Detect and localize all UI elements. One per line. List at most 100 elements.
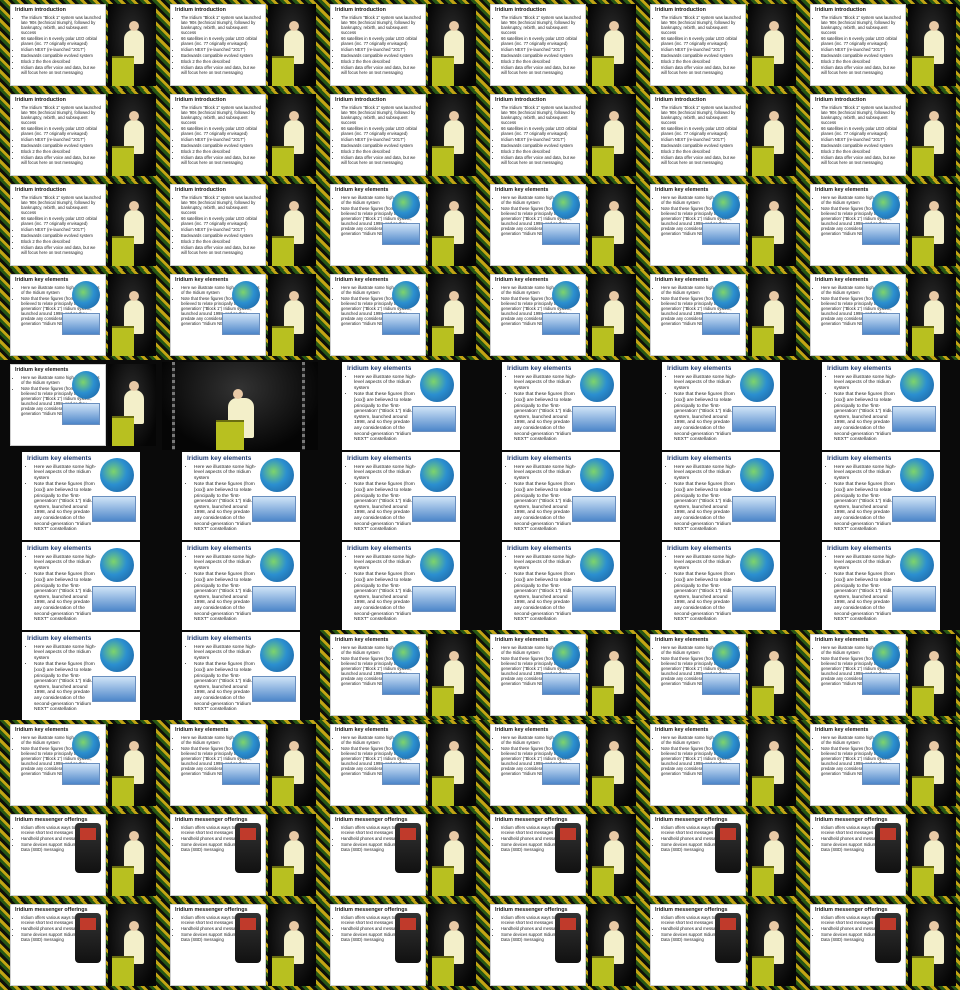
slide-bullet: Iridium data offer voice and data, but w… (501, 155, 581, 165)
slide-bullet: Iridium data offer voice and data, but w… (21, 155, 101, 165)
slide-bullet-list: Here we illustrate some high-level aspec… (667, 555, 737, 623)
slide-bullet: Iridium data offer voice and data, but w… (181, 155, 261, 165)
stage-photo (908, 4, 956, 86)
video-frame-thumbnail: Iridium key elementsHere we illustrate s… (800, 180, 960, 270)
podium (752, 866, 774, 896)
globe-image (260, 638, 294, 672)
video-frame-thumbnail: Iridium key elementsHere we illustrate s… (320, 630, 480, 720)
globe-image (552, 641, 580, 669)
slide-bullet-list: Here we illustrate some high-level aspec… (667, 465, 737, 533)
presentation-slide-intro: Iridium introduction The Iridium "Block 1… (650, 94, 746, 176)
slide-bullet: Backwards compatible evolved system (341, 53, 421, 58)
globe-image (260, 458, 294, 492)
globe-image (740, 548, 774, 582)
podium (912, 146, 934, 176)
slide-bullet: Note that these figures (from [xxx]) are… (674, 572, 737, 622)
stage-photo (588, 634, 636, 716)
video-frame-thumbnail: Iridium messenger offeringsIridium offer… (160, 810, 320, 900)
slide-bullet: Here we illustrate some high-level aspec… (834, 465, 897, 482)
podium (752, 326, 774, 356)
slide-bullet: Block 2 the then described (21, 59, 101, 64)
slide-bullet: The Iridium "Block 1" system was launche… (821, 15, 901, 35)
slide-bullet: 66 satellites in 6 evenly polar LEO orbi… (821, 36, 901, 46)
video-frame-thumbnail: Iridium introduction The Iridium "Block 1… (0, 180, 160, 270)
podium (912, 686, 934, 716)
stage-photo (748, 904, 796, 986)
slide-bullet: Iridium NEXT (re-launched "2017") (821, 47, 901, 52)
video-frame-thumbnail: Iridium introduction The Iridium "Block 1… (0, 0, 160, 90)
stage-photo (748, 724, 796, 806)
podium (432, 146, 454, 176)
slide-bullet: Note that these figures (from [xxx]) are… (834, 392, 897, 442)
slide-bullet: Here we illustrate some high-level aspec… (514, 555, 577, 572)
presentation-slide-key: Iridium key elementsHere we illustrate s… (502, 542, 620, 630)
globe-image (872, 731, 900, 759)
podium (592, 236, 614, 266)
globe-image (580, 368, 614, 402)
slide-bullet: 66 satellites in 6 evenly polar LEO orbi… (661, 36, 741, 46)
slide-bullet-list: Here we illustrate some high-level aspec… (27, 555, 97, 623)
slide-bullet: Backwards compatible evolved system (821, 53, 901, 58)
messenger-device-image (555, 823, 581, 873)
video-frame-thumbnail: Iridium messenger offeringsIridium offer… (480, 810, 640, 900)
stage-photo (908, 94, 956, 176)
video-frame-thumbnail: Iridium introduction The Iridium "Block 1… (640, 0, 800, 90)
presentation-slide-messenger: Iridium messenger offeringsIridium offer… (10, 904, 106, 986)
podium (112, 866, 134, 896)
slide-bullet-list: Here we illustrate some high-level aspec… (507, 555, 577, 623)
podium (752, 956, 774, 986)
slide-bullet: Block 2 the then described (501, 59, 581, 64)
slide-bullet: 66 satellites in 6 evenly polar LEO orbi… (501, 36, 581, 46)
satellite-network-diagram (222, 313, 260, 335)
slide-bullet-list: The Iridium "Block 1" system was launche… (15, 195, 101, 255)
satellite-network-diagram (382, 313, 420, 335)
satellite-network-diagram (92, 676, 136, 702)
stage-photo (428, 94, 476, 176)
messenger-device-image (875, 913, 901, 963)
presentation-slide-key: Iridium key elementsHere we illustrate s… (822, 542, 940, 630)
stage-photo (748, 634, 796, 716)
slide-bullet: Iridium NEXT (re-launched "2017") (181, 227, 261, 232)
slide-bullet: 66 satellites in 6 evenly polar LEO orbi… (21, 126, 101, 136)
presentation-slide-messenger: Iridium messenger offeringsIridium offer… (650, 904, 746, 986)
stage-photo (428, 184, 476, 266)
presentation-slide-messenger: Iridium messenger offeringsIridium offer… (490, 904, 586, 986)
globe-image (552, 731, 580, 759)
slide-bullet: Backwards compatible evolved system (661, 53, 741, 58)
podium (912, 326, 934, 356)
satellite-network-diagram (222, 763, 260, 785)
presentation-slide-key: Iridium key elementsHere we illustrate s… (490, 184, 586, 266)
globe-image (260, 548, 294, 582)
globe-image (580, 458, 614, 492)
slide-bullet: Backwards compatible evolved system (21, 143, 101, 148)
stage-photo (748, 94, 796, 176)
video-frame-thumbnail: Iridium messenger offeringsIridium offer… (640, 900, 800, 990)
slide-bullet: Iridium data offer voice and data, but w… (661, 155, 741, 165)
slide-title: Iridium introduction (495, 97, 546, 103)
podium (112, 416, 134, 446)
slide-bullet: Note that these figures (from [xxx]) are… (834, 482, 897, 532)
messenger-device-image (75, 913, 101, 963)
globe-image (712, 281, 740, 309)
slide-title: Iridium introduction (655, 7, 706, 13)
messenger-device-image (875, 823, 901, 873)
slide-bullet: Here we illustrate some high-level aspec… (34, 465, 97, 482)
stage-photo (108, 814, 156, 896)
podium (272, 146, 294, 176)
slide-bullet-list: The Iridium "Block 1" system was launche… (815, 15, 901, 75)
presentation-slide-intro: Iridium introduction The Iridium "Block 1… (170, 184, 266, 266)
presentation-slide-key: Iridium key elementsHere we illustrate s… (490, 634, 586, 716)
slide-bullet: Note that these figures (from [xxx]) are… (194, 572, 257, 622)
presentation-slide-messenger: Iridium messenger offeringsIridium offer… (810, 814, 906, 896)
stage-photo (108, 94, 156, 176)
satellite-network-diagram (382, 763, 420, 785)
podium (272, 56, 294, 86)
slide-bullet: Iridium data offer voice and data, but w… (661, 65, 741, 75)
slide-bullet: Note that these figures (from [xxx]) are… (34, 662, 97, 712)
podium (912, 776, 934, 806)
video-frame-thumbnail: Iridium introduction The Iridium "Block 1… (320, 90, 480, 180)
slide-bullet-list: The Iridium "Block 1" system was launche… (495, 105, 581, 165)
satellite-network-diagram (252, 496, 296, 522)
satellite-network-diagram (412, 406, 456, 432)
satellite-network-diagram (892, 586, 936, 612)
